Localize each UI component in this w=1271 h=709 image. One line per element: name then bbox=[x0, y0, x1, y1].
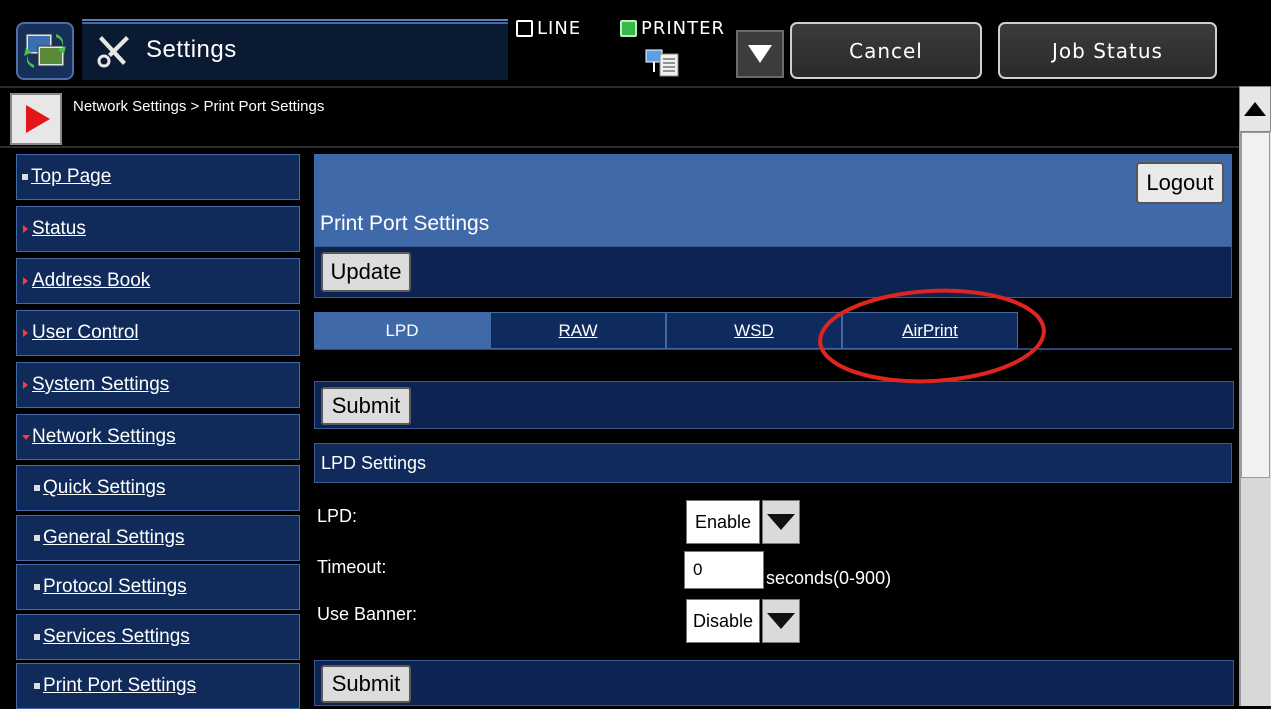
sidebar-item-general-settings[interactable]: General Settings bbox=[16, 515, 300, 561]
sidebar-item-label[interactable]: Address Book bbox=[32, 270, 150, 292]
breadcrumb: Network Settings > Print Port Settings bbox=[73, 98, 325, 115]
update-bar bbox=[314, 246, 1232, 298]
arrow-right-icon bbox=[23, 225, 28, 233]
app-title: Settings bbox=[146, 36, 237, 63]
breadcrumb-bar bbox=[0, 86, 1271, 148]
line-checkbox-icon bbox=[516, 20, 533, 37]
sidebar-item-label[interactable]: User Control bbox=[32, 322, 139, 344]
page-title: Print Port Settings bbox=[320, 212, 490, 235]
scrollbar-track[interactable] bbox=[1241, 478, 1270, 706]
section-title: LPD Settings bbox=[314, 443, 1232, 483]
sidebar-item-print-port-settings[interactable]: Print Port Settings bbox=[16, 663, 300, 709]
submit-bar-top bbox=[314, 381, 1234, 429]
bullet-square-icon bbox=[34, 485, 40, 491]
tab-label: LPD bbox=[385, 320, 419, 340]
job-status-button[interactable]: Job Status bbox=[998, 22, 1217, 79]
sidebar-item-protocol-settings[interactable]: Protocol Settings bbox=[16, 564, 300, 610]
tab-label: RAW bbox=[558, 320, 598, 340]
bullet-square-icon bbox=[22, 174, 28, 180]
chevron-down-icon bbox=[767, 514, 795, 530]
sidebar-item-label[interactable]: Status bbox=[32, 218, 86, 240]
arrow-up-icon bbox=[1244, 102, 1266, 116]
sidebar-item-label[interactable]: Services Settings bbox=[43, 626, 190, 648]
annotation-ellipse bbox=[818, 288, 1046, 384]
home-icon bbox=[24, 33, 66, 68]
status-dropdown-button[interactable] bbox=[736, 30, 784, 78]
sidebar-item-label[interactable]: Network Settings bbox=[32, 426, 176, 448]
sidebar-item-label[interactable]: General Settings bbox=[43, 527, 185, 549]
sidebar-item-services-settings[interactable]: Services Settings bbox=[16, 614, 300, 660]
sidebar-item-top-page[interactable]: Top Page bbox=[16, 154, 300, 200]
expand-panel-button[interactable] bbox=[10, 93, 62, 145]
submit-bar-bottom bbox=[314, 660, 1234, 706]
arrow-right-icon bbox=[23, 329, 28, 337]
sidebar-item-system-settings[interactable]: System Settings bbox=[16, 362, 300, 408]
sidebar-item-network-settings[interactable]: Network Settings bbox=[16, 414, 300, 460]
line-indicator: LINE bbox=[516, 18, 581, 39]
bullet-square-icon bbox=[34, 634, 40, 640]
tab-label: WSD bbox=[734, 320, 774, 340]
lpd-select-arrow[interactable] bbox=[762, 500, 800, 544]
sidebar-item-label[interactable]: System Settings bbox=[32, 374, 169, 396]
timeout-unit-label: seconds(0-900) bbox=[766, 568, 892, 588]
submit-button-top[interactable]: Submit bbox=[321, 387, 411, 425]
lpd-label: LPD: bbox=[317, 506, 358, 526]
update-button[interactable]: Update bbox=[321, 252, 411, 292]
sidebar-item-label[interactable]: Quick Settings bbox=[43, 477, 166, 499]
use-banner-select-arrow[interactable] bbox=[762, 599, 800, 643]
timeout-label: Timeout: bbox=[317, 557, 387, 577]
tab-raw[interactable]: RAW bbox=[490, 312, 666, 349]
printer-checkbox-icon bbox=[620, 20, 637, 37]
home-button[interactable] bbox=[16, 22, 74, 80]
play-icon bbox=[26, 105, 50, 133]
cancel-button[interactable]: Cancel bbox=[790, 22, 982, 79]
scrollbar-thumb[interactable] bbox=[1241, 132, 1270, 478]
timeout-input[interactable]: 0 bbox=[684, 551, 764, 589]
sidebar-item-user-control[interactable]: User Control bbox=[16, 310, 300, 356]
tab-lpd[interactable]: LPD bbox=[314, 312, 490, 349]
sidebar-item-quick-settings[interactable]: Quick Settings bbox=[16, 465, 300, 511]
printer-indicator: PRINTER bbox=[620, 18, 725, 39]
sidebar-item-status[interactable]: Status bbox=[16, 206, 300, 252]
arrow-right-icon bbox=[23, 277, 28, 285]
arrow-down-icon bbox=[22, 434, 30, 440]
chevron-down-icon bbox=[767, 613, 795, 629]
bullet-square-icon bbox=[34, 584, 40, 590]
bullet-square-icon bbox=[34, 683, 40, 689]
logout-button[interactable]: Logout bbox=[1136, 162, 1224, 204]
use-banner-select[interactable]: Disable bbox=[686, 599, 760, 643]
printer-icon bbox=[642, 46, 684, 78]
sidebar-item-address-book[interactable]: Address Book bbox=[16, 258, 300, 304]
line-label: LINE bbox=[537, 18, 582, 39]
use-banner-label: Use Banner: bbox=[317, 604, 418, 624]
chevron-down-icon bbox=[748, 45, 772, 63]
sidebar-item-label[interactable]: Top Page bbox=[31, 166, 111, 188]
scroll-up-button[interactable] bbox=[1239, 86, 1271, 132]
submit-button-bottom[interactable]: Submit bbox=[321, 665, 411, 703]
arrow-right-icon bbox=[23, 381, 28, 389]
printer-label: PRINTER bbox=[641, 18, 726, 39]
bullet-square-icon bbox=[34, 535, 40, 541]
sidebar-item-label[interactable]: Protocol Settings bbox=[43, 576, 187, 598]
sidebar-item-label[interactable]: Print Port Settings bbox=[43, 675, 196, 697]
lpd-select[interactable]: Enable bbox=[686, 500, 760, 544]
tools-icon bbox=[96, 32, 132, 68]
top-bar-divider bbox=[82, 19, 508, 21]
